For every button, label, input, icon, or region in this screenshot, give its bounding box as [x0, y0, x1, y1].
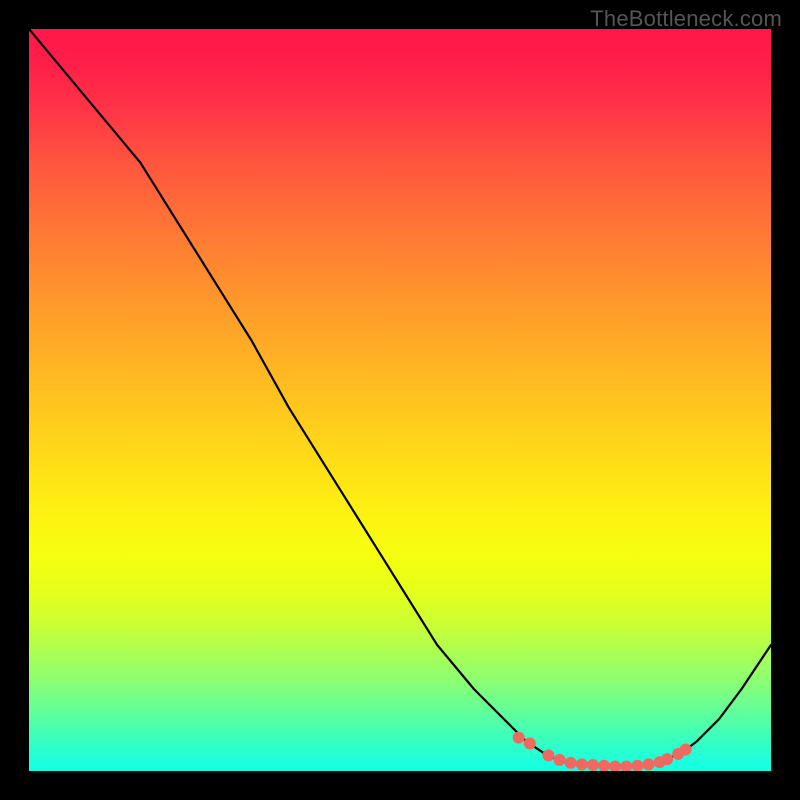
watermark-text: TheBottleneck.com [590, 6, 782, 32]
data-point [631, 760, 643, 771]
data-point [598, 760, 610, 771]
data-point [620, 761, 632, 771]
data-point [587, 759, 599, 771]
data-point [565, 757, 577, 769]
chart-svg [29, 29, 771, 771]
bottleneck-curve [29, 29, 771, 767]
data-point [661, 753, 673, 765]
data-point [609, 761, 621, 771]
data-point [542, 749, 554, 761]
data-point [513, 732, 525, 744]
data-point [576, 758, 588, 770]
data-point [643, 758, 655, 770]
data-point [554, 754, 566, 766]
data-point [524, 738, 536, 750]
chart-plot-area [29, 29, 771, 771]
data-point [680, 743, 692, 755]
